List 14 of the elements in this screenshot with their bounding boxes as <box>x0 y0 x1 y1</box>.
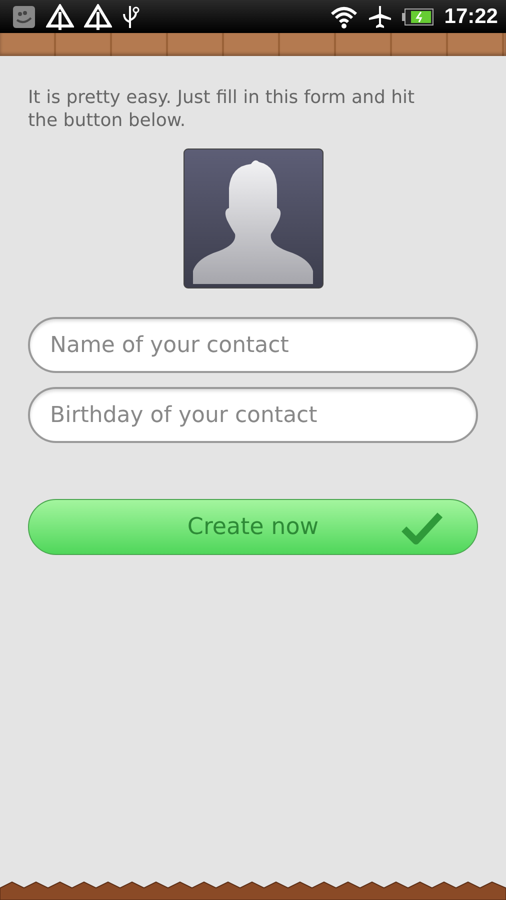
usb-icon <box>122 4 140 30</box>
avatar-silhouette-icon[interactable] <box>182 148 324 289</box>
warning-icon <box>46 4 74 30</box>
input-field[interactable]: Birthday of your contact <box>28 387 478 443</box>
clock-time: 17:22 <box>444 4 498 28</box>
intro-text: It is pretty easy. Just fill in this form and hit the button below. <box>28 86 416 132</box>
wifi-icon <box>330 4 358 28</box>
battery-icon <box>402 8 434 26</box>
warning-icon <box>84 4 112 30</box>
checkmark-icon <box>401 511 443 545</box>
airplane-icon <box>368 4 392 28</box>
notification-icon <box>12 4 36 28</box>
create-button[interactable]: Create now <box>28 499 478 555</box>
input-field[interactable]: Name of your contact <box>28 317 478 373</box>
